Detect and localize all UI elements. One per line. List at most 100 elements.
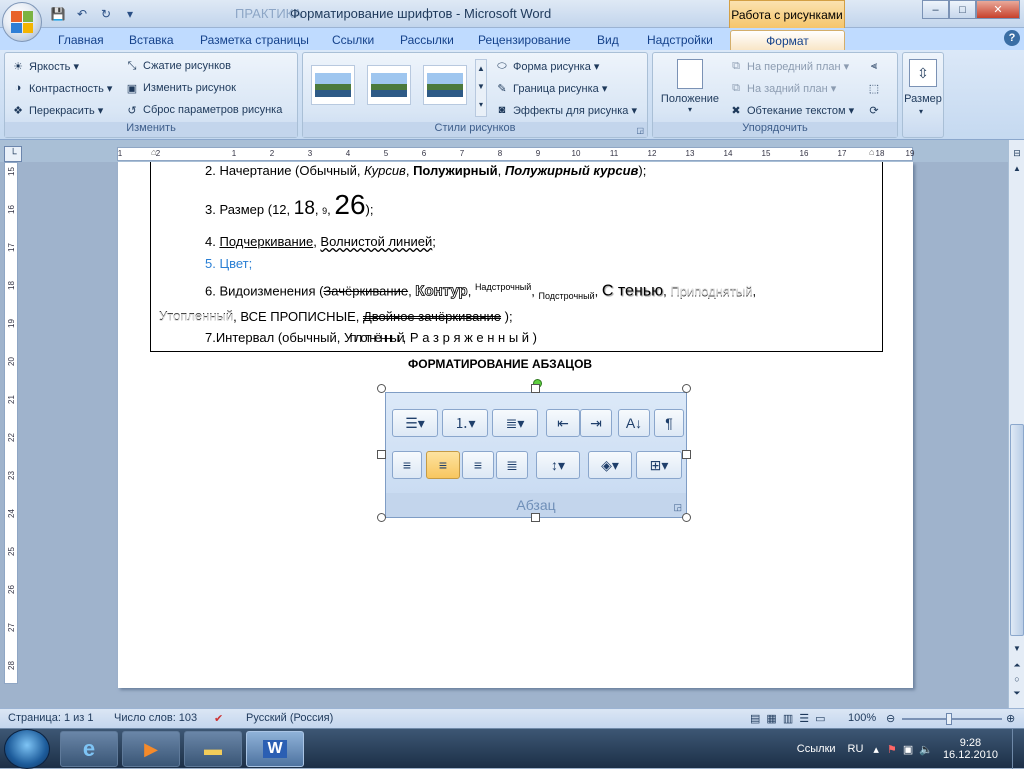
office-button[interactable]	[2, 2, 42, 42]
flag-icon[interactable]: ⚑	[887, 743, 897, 756]
brightness-button[interactable]: ☀ Яркость ▾	[11, 57, 79, 75]
redo-icon[interactable]: ↻	[96, 5, 116, 23]
resize-handle-sw[interactable]	[377, 513, 386, 522]
group-objects-icon[interactable]: ⬚	[867, 81, 881, 95]
tab-selector[interactable]: └	[4, 146, 22, 162]
tab-insert[interactable]: Вставка	[121, 30, 182, 50]
bring-to-front-button[interactable]: ⧉ На передний план ▾	[729, 57, 849, 75]
ruler-toggle-icon[interactable]: ⊟	[1010, 148, 1024, 162]
tab-mailings[interactable]: Рассылки	[392, 30, 462, 50]
clock[interactable]: 9:28 16.12.2010	[943, 737, 998, 761]
send-to-back-button[interactable]: ⧉ На задний план ▾	[729, 79, 836, 97]
draft-icon[interactable]: ▭	[815, 712, 825, 725]
text-wrapping-button[interactable]: ✖ Обтекание текстом ▾	[729, 101, 854, 119]
change-picture-button[interactable]: ▣ Изменить рисунок	[125, 79, 236, 97]
right-indent-marker-icon[interactable]: ⌂	[869, 147, 874, 157]
text-box[interactable]: 2. Начертание (Обычный, Курсив, Полужирн…	[150, 162, 883, 352]
language[interactable]: Русский (Россия)	[246, 712, 333, 724]
resize-handle-w[interactable]	[377, 450, 386, 459]
qat-customize-icon[interactable]: ▾	[120, 5, 140, 23]
scroll-down-icon[interactable]: ▼	[1010, 644, 1024, 653]
prev-page-icon[interactable]: ⏶	[1010, 660, 1024, 671]
picture-effects-button[interactable]: ◙ Эффекты для рисунка ▾	[495, 101, 637, 119]
media-player-icon[interactable]: ▶	[122, 731, 180, 767]
compress-pictures-button[interactable]: ⤡ Сжатие рисунков	[125, 57, 231, 75]
change-picture-icon: ▣	[126, 82, 138, 95]
selected-picture[interactable]: ☰▾ ⒈▾ ≣▾ ⇤ ⇥ A↓ ¶ ≡ ≡ ≡ ≣ ↕▾ ◈▾ ⊞▾ Абзац…	[377, 379, 691, 522]
ruler-tick: 23	[6, 471, 16, 480]
picture-shape-button[interactable]: ⬭ Форма рисунка ▾	[495, 57, 599, 75]
tab-home[interactable]: Главная	[50, 30, 112, 50]
indent-marker-icon[interactable]: ⌂	[151, 147, 156, 157]
tab-references[interactable]: Ссылки	[324, 30, 382, 50]
zoom-out-icon[interactable]: ⊖	[886, 712, 895, 725]
position-button[interactable]: Положение ▾	[657, 57, 723, 119]
network-icon[interactable]: ▣	[903, 743, 913, 756]
tab-review[interactable]: Рецензирование	[470, 30, 579, 50]
help-icon[interactable]: ?	[1004, 30, 1020, 46]
resize-handle-e[interactable]	[682, 450, 691, 459]
next-page-icon[interactable]: ⏷	[1010, 688, 1024, 699]
start-button[interactable]	[4, 729, 50, 769]
ruler-tick: 20	[6, 357, 16, 366]
tray-expand-icon[interactable]: ▴	[873, 743, 879, 756]
tab-page-layout[interactable]: Разметка страницы	[192, 30, 317, 50]
size-icon[interactable]: ⇳	[909, 59, 937, 87]
resize-handle-n[interactable]	[531, 384, 540, 393]
vertical-scrollbar[interactable]: ⊟ ▲ ▼ ⏶ ○ ⏷	[1008, 140, 1024, 708]
vertical-ruler[interactable]: 15 16 17 18 19 20 21 22 23 24 25 26 27 2…	[4, 162, 18, 684]
ruler-tick: 3	[307, 149, 313, 158]
picture-style-3[interactable]	[423, 65, 467, 105]
contrast-button[interactable]: ◑ Контрастность ▾	[11, 79, 113, 97]
folder-glyph: ▬	[204, 738, 222, 759]
volume-icon[interactable]: 🔈	[919, 743, 933, 756]
language-indicator[interactable]: RU	[848, 743, 864, 755]
scroll-thumb[interactable]	[1010, 424, 1024, 636]
dropdown-arrow-icon: ▾	[919, 107, 924, 116]
tab-addins[interactable]: Надстройки	[639, 30, 721, 50]
save-icon[interactable]: 💾	[48, 5, 68, 23]
links-toolbar[interactable]: Ссылки	[797, 743, 836, 755]
resize-handle-ne[interactable]	[682, 384, 691, 393]
dialog-launcher-icon[interactable]: ◲	[636, 126, 644, 135]
proofing-icon[interactable]: ✔	[214, 712, 223, 725]
print-layout-icon[interactable]: ▤	[750, 712, 760, 725]
gallery-scroll[interactable]: ▲ ▼ ▾	[475, 59, 487, 117]
word-count[interactable]: Число слов: 103	[114, 712, 197, 724]
scroll-up-icon[interactable]: ▲	[1010, 164, 1024, 178]
picture-border-button[interactable]: ✎ Граница рисунка ▾	[495, 79, 607, 97]
text: ,	[594, 283, 602, 299]
document-page[interactable]: 2. Начертание (Обычный, Курсив, Полужирн…	[118, 162, 913, 688]
zoom-level[interactable]: 100%	[848, 712, 876, 724]
change-picture-label: Изменить рисунок	[143, 82, 236, 94]
horizontal-ruler[interactable]: 1 2 1 2 3 4 5 6 7 8 9 10 11 12 13 14 15 …	[117, 147, 914, 161]
full-screen-icon[interactable]: ▦	[766, 712, 776, 725]
zoom-slider-thumb[interactable]	[946, 713, 952, 725]
ie-icon[interactable]: e	[60, 731, 118, 767]
picture-style-2[interactable]	[367, 65, 411, 105]
rotate-icon[interactable]: ⟳	[867, 103, 881, 117]
recolor-button[interactable]: ❖ Перекрасить ▾	[11, 101, 103, 119]
resize-handle-se[interactable]	[682, 513, 691, 522]
resize-handle-s[interactable]	[531, 513, 540, 522]
web-layout-icon[interactable]: ▥	[783, 712, 793, 725]
zoom-in-icon[interactable]: ⊕	[1006, 712, 1015, 725]
outline-icon[interactable]: ☰	[799, 712, 809, 725]
picture-style-1[interactable]	[311, 65, 355, 105]
tab-view[interactable]: Вид	[589, 30, 627, 50]
tab-format[interactable]: Формат	[730, 30, 845, 50]
explorer-icon[interactable]: ▬	[184, 731, 242, 767]
browse-object-icon[interactable]: ○	[1010, 674, 1024, 684]
align-icon[interactable]: ⫷	[867, 59, 881, 73]
undo-icon[interactable]: ↶	[72, 5, 92, 23]
resize-handle-nw[interactable]	[377, 384, 386, 393]
show-desktop-button[interactable]	[1012, 729, 1024, 769]
reset-picture-button[interactable]: ↺ Сброс параметров рисунка	[125, 101, 282, 119]
maximize-button[interactable]: □	[949, 0, 976, 19]
word-taskbar-icon[interactable]: W	[246, 731, 304, 767]
zoom-slider[interactable]	[902, 718, 1002, 720]
minimize-button[interactable]: –	[922, 0, 949, 19]
close-button[interactable]: ✕	[976, 0, 1020, 19]
brightness-label: Яркость ▾	[29, 60, 79, 73]
page-count[interactable]: Страница: 1 из 1	[8, 712, 94, 724]
